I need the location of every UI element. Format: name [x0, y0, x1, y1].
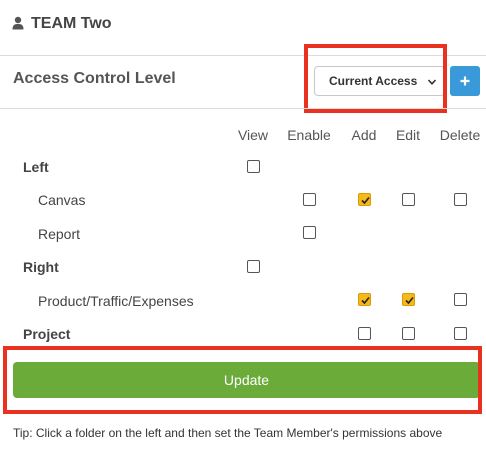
folder-canvas[interactable]: Canvas: [38, 192, 85, 208]
team-header: TEAM Two: [12, 12, 112, 36]
add-access-button[interactable]: [450, 66, 480, 96]
check-icon: [405, 296, 414, 305]
checkbox-product-edit[interactable]: [402, 293, 415, 306]
checkbox-project-delete[interactable]: [454, 327, 467, 340]
checkbox-canvas-enable[interactable]: [303, 193, 316, 206]
col-header-edit: Edit: [395, 127, 421, 143]
folder-project[interactable]: Project: [23, 326, 70, 342]
plus-icon: [460, 76, 470, 86]
checkbox-right-view[interactable]: [247, 260, 260, 273]
checkbox-product-delete[interactable]: [454, 293, 467, 306]
col-header-add: Add: [351, 127, 377, 143]
acl-title: Access Control Level: [13, 70, 176, 87]
checkbox-project-edit[interactable]: [402, 327, 415, 340]
access-level-select[interactable]: Current Access: [314, 66, 445, 96]
col-header-enable: Enable: [287, 127, 331, 143]
access-level-select-value: Current Access: [329, 74, 418, 88]
user-icon: [12, 16, 26, 32]
folder-right[interactable]: Right: [23, 259, 59, 275]
tip-text: Tip: Click a folder on the left and then…: [13, 426, 443, 440]
checkbox-report-enable[interactable]: [303, 226, 316, 239]
folder-left[interactable]: Left: [23, 159, 49, 175]
team-title: TEAM Two: [31, 15, 112, 32]
checkbox-left-view[interactable]: [247, 160, 260, 173]
checkbox-canvas-delete[interactable]: [454, 193, 467, 206]
folder-product-traffic-expenses[interactable]: Product/Traffic/Expenses: [38, 293, 194, 309]
check-icon: [361, 296, 370, 305]
col-header-delete: Delete: [439, 127, 481, 143]
col-header-view: View: [237, 127, 269, 143]
checkbox-project-add[interactable]: [358, 327, 371, 340]
header-divider: [0, 55, 486, 56]
checkbox-canvas-edit[interactable]: [402, 193, 415, 206]
folder-report[interactable]: Report: [38, 226, 80, 242]
checkbox-product-add[interactable]: [358, 293, 371, 306]
chevron-down-icon: [427, 76, 437, 90]
check-icon: [361, 196, 370, 205]
acl-divider: [0, 108, 486, 109]
checkbox-canvas-add[interactable]: [358, 193, 371, 206]
update-button[interactable]: Update: [13, 362, 480, 398]
